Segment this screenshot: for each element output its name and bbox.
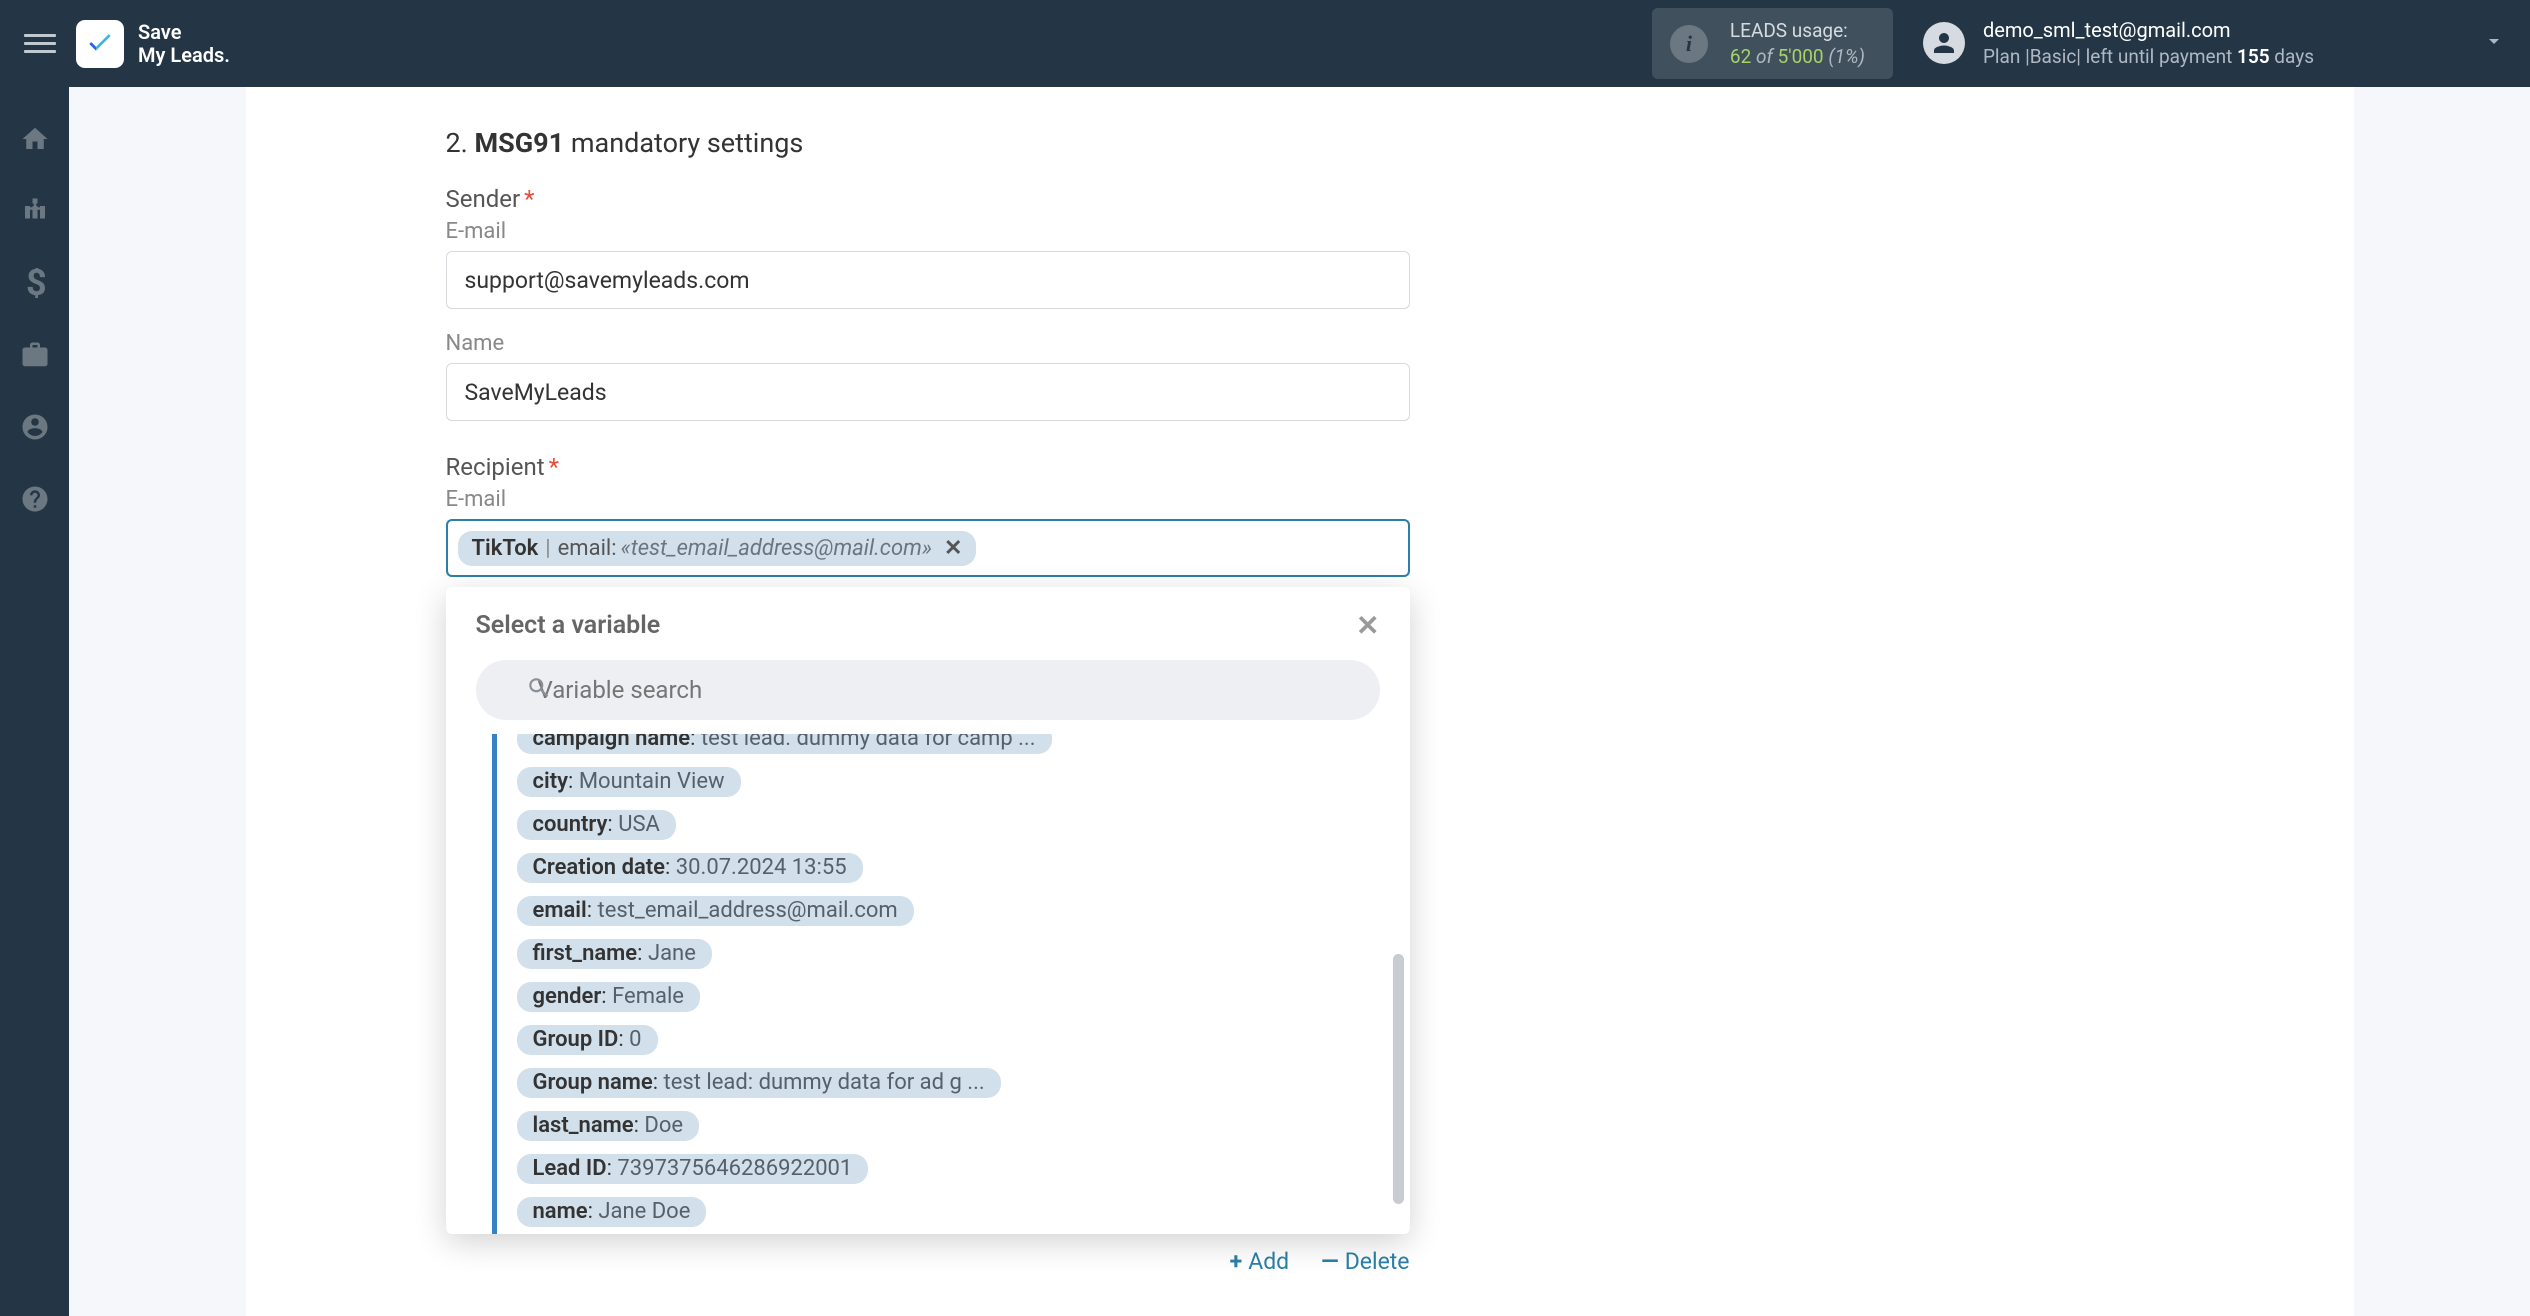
sidebar-item-briefcase[interactable] [15,335,55,375]
variable-option[interactable]: last_name: Doe [517,1111,700,1141]
recipient-email-input[interactable]: TikTok | email: «test_email_address@mail… [446,519,1410,577]
avatar-icon [1923,22,1965,64]
variable-chip[interactable]: TikTok | email: «test_email_address@mail… [458,531,977,566]
account-text: demo_sml_test@gmail.com Plan |Basic| lef… [1983,17,2314,70]
variable-option[interactable]: Group name: test lead: dummy data for ad… [517,1068,1001,1098]
dropdown-title: Select a variable [476,611,661,640]
account-menu[interactable]: demo_sml_test@gmail.com Plan |Basic| lef… [1923,17,2506,70]
main-content: 2. MSG91 mandatory settings Sender* E-ma… [69,87,2530,1316]
variable-option[interactable]: Creation date: 30.07.2024 13:55 [517,853,863,883]
logo[interactable]: Save My Leads. [76,20,230,68]
leads-usage-panel[interactable]: i LEADS usage: 62 of 5'000 (1%) [1652,8,1893,79]
sidebar: $ [0,87,69,1316]
settings-card: 2. MSG91 mandatory settings Sender* E-ma… [246,87,2354,1316]
sidebar-item-help[interactable] [15,479,55,519]
chip-remove-icon[interactable]: ✕ [944,536,962,561]
variable-option[interactable]: first_name: Jane [517,939,712,969]
recipient-email-label: E-mail [446,487,2154,512]
svg-text:$: $ [26,268,45,298]
minus-icon: — [1321,1248,1339,1275]
chevron-down-icon[interactable] [2482,29,2506,57]
variable-option[interactable]: country: USA [517,810,676,840]
sidebar-item-account[interactable] [15,407,55,447]
section-title: 2. MSG91 mandatory settings [446,127,2154,159]
search-icon [526,675,552,705]
scrollbar[interactable] [1393,954,1404,1204]
variable-option[interactable]: city: Mountain View [517,767,741,797]
sender-name-label: Name [446,331,2154,356]
delete-button[interactable]: — Delete [1321,1248,1409,1275]
variable-option[interactable]: name: Jane Doe [517,1197,707,1227]
sender-email-input[interactable] [446,251,1410,309]
menu-toggle-button[interactable] [24,28,56,60]
sidebar-item-connections[interactable] [15,191,55,231]
sidebar-item-billing[interactable]: $ [15,263,55,303]
variable-search-input[interactable] [476,660,1380,720]
variable-option[interactable]: Group ID: 0 [517,1025,658,1055]
variable-option[interactable]: email: test_email_address@mail.com [517,896,914,926]
close-icon[interactable]: ✕ [1356,609,1379,642]
sender-email-label: E-mail [446,219,2154,244]
logo-icon [76,20,124,68]
add-button[interactable]: + Add [1230,1248,1290,1275]
sender-name-input[interactable] [446,363,1410,421]
info-icon: i [1670,25,1708,63]
variable-list[interactable]: campaign name: test lead. dummy data for… [446,734,1410,1234]
sidebar-item-home[interactable] [15,119,55,159]
plus-icon: + [1230,1248,1243,1275]
usage-text: LEADS usage: 62 of 5'000 (1%) [1730,18,1865,69]
field-actions: + Add — Delete [446,1234,1410,1275]
logo-text: Save My Leads. [138,21,230,67]
app-header: Save My Leads. i LEADS usage: 62 of 5'00… [0,0,2530,87]
variable-option[interactable]: campaign name: test lead. dummy data for… [517,734,1052,754]
recipient-label: Recipient* [446,453,2154,481]
variable-option[interactable]: Lead ID: 7397375646286922001 [517,1154,869,1184]
variable-dropdown: Select a variable ✕ campaign name: test … [446,587,1410,1234]
sender-label: Sender* [446,185,2154,213]
variable-option[interactable]: gender: Female [517,982,700,1012]
